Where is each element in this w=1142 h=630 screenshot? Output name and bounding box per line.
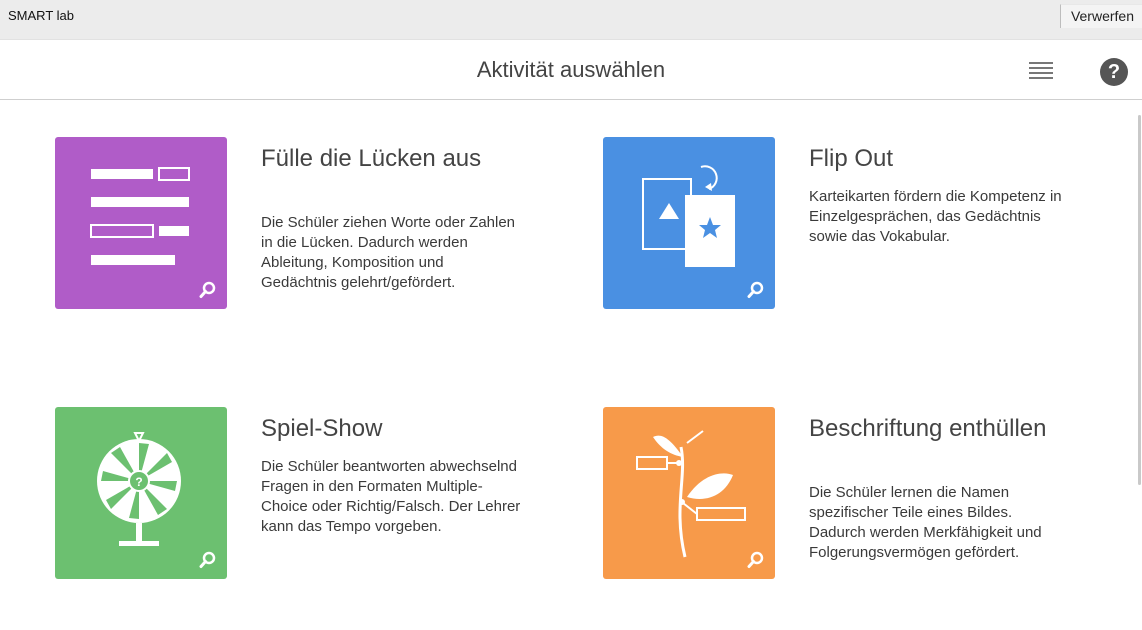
label-plant-tile[interactable] — [603, 407, 775, 579]
zoom-icon[interactable] — [199, 281, 217, 299]
help-icon[interactable]: ? — [1100, 58, 1128, 86]
activity-description: Karteikarten fördern die Kompetenz in Ei… — [809, 188, 1062, 245]
scrollbar[interactable] — [1138, 115, 1141, 485]
svg-text:?: ? — [135, 475, 142, 489]
activity-title[interactable]: Beschriftung enthüllen — [809, 415, 1069, 443]
app-name: SMART lab — [8, 8, 74, 23]
flashcards-tile[interactable] — [603, 137, 775, 309]
activity-description: Die Schüler ziehen Worte oder Zahlen in … — [261, 214, 516, 291]
activity-description: Die Schüler beantworten abwechselnd Frag… — [261, 458, 521, 535]
header: Aktivität auswählen ? — [0, 40, 1142, 100]
activity-title[interactable]: Spiel-Show — [261, 415, 521, 443]
title-bar: SMART lab Verwerfen — [0, 0, 1142, 40]
activity-title[interactable]: Fülle die Lücken aus — [261, 145, 521, 173]
discard-button[interactable]: Verwerfen — [1059, 4, 1142, 28]
activity-description: Die Schüler lernen die Namen spezifische… — [809, 484, 1042, 561]
zoom-icon[interactable] — [747, 551, 765, 569]
zoom-icon[interactable] — [199, 551, 217, 569]
zoom-icon[interactable] — [747, 281, 765, 299]
prize-wheel-tile[interactable]: ? — [55, 407, 227, 579]
list-icon[interactable] — [1029, 62, 1053, 82]
page-title: Aktivität auswählen — [476, 57, 666, 82]
fill-in-blanks-tile[interactable] — [55, 137, 227, 309]
activity-title[interactable]: Flip Out — [809, 145, 1069, 173]
